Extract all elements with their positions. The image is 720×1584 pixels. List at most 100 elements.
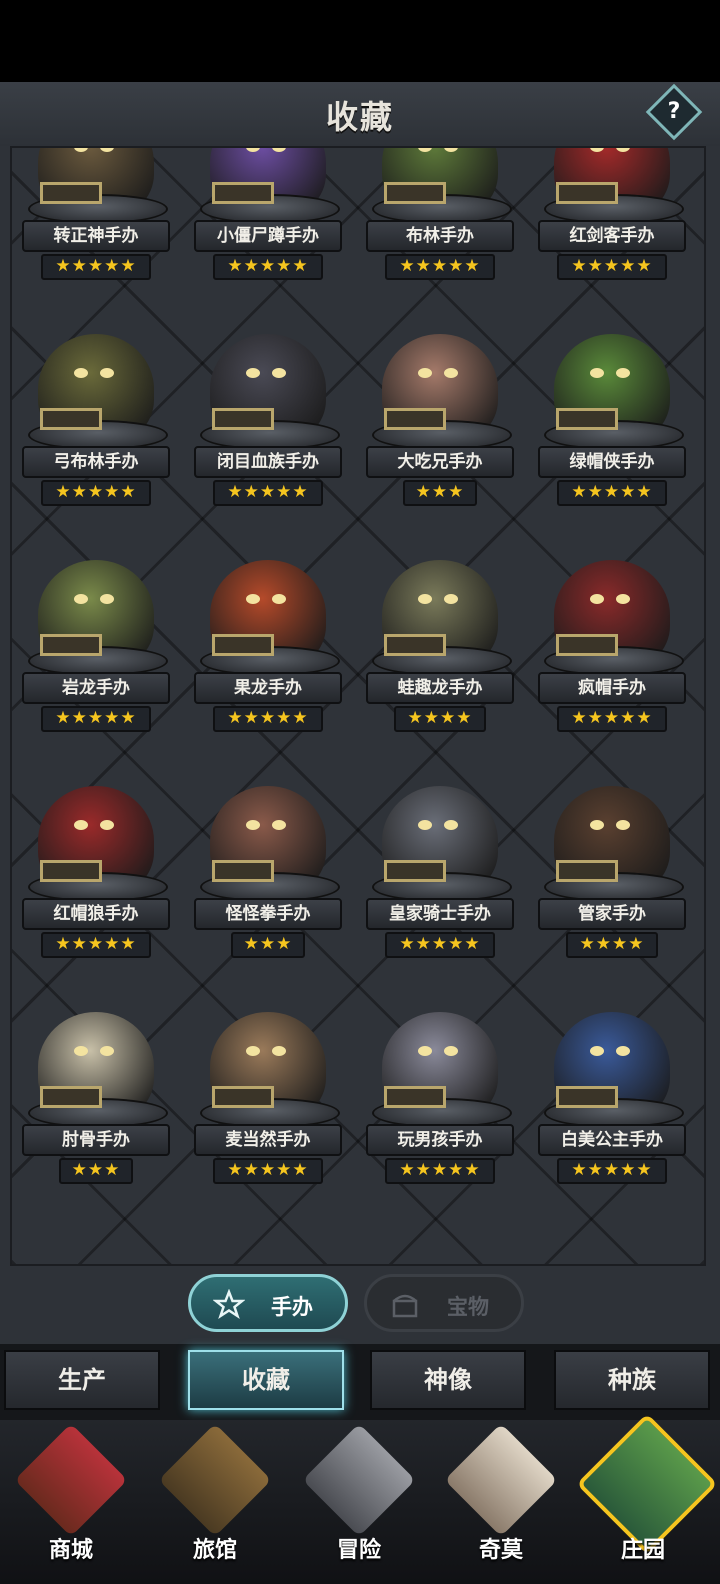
figure-name: 闭目血族手办 bbox=[194, 446, 342, 478]
figure-eye bbox=[246, 594, 260, 604]
figure-eye bbox=[418, 148, 432, 152]
tab-collection[interactable]: 收藏 bbox=[188, 1350, 344, 1410]
subtab-treasures-label: 宝物 bbox=[447, 1295, 489, 1319]
figure-eye bbox=[246, 820, 260, 830]
figure-grid[interactable]: 转正神手办 ★★★★★ 小僵尸蹲手办 ★★★★★ 布林手办 ★★★★★ 红剑客手办 ★★★★★… bbox=[10, 146, 706, 1266]
figure-eye bbox=[616, 820, 630, 830]
figure-star-rating: ★★★★★ bbox=[557, 1158, 667, 1184]
figure-eye bbox=[74, 148, 88, 152]
figure-name: 疯帽手办 bbox=[538, 672, 686, 704]
figure-eye bbox=[418, 368, 432, 378]
figure-star-rating: ★★★★★ bbox=[557, 254, 667, 280]
figure-star-rating: ★★★★★ bbox=[557, 480, 667, 506]
pedestal-plaque bbox=[384, 182, 446, 204]
figure-eye bbox=[444, 368, 458, 378]
figure-card[interactable]: 皇家骑士手办 ★★★★★ bbox=[360, 786, 520, 1012]
nav-adventure[interactable]: 冒险 bbox=[294, 1423, 424, 1584]
figure-eye bbox=[100, 1046, 114, 1056]
figure-card[interactable]: 疯帽手办 ★★★★★ bbox=[532, 560, 692, 786]
figure-star-rating: ★★★★★ bbox=[213, 480, 323, 506]
figure-card[interactable]: 布林手办 ★★★★★ bbox=[360, 148, 520, 334]
figure-card[interactable]: 大吃兄手办 ★★★ bbox=[360, 334, 520, 560]
figure-eye bbox=[272, 820, 286, 830]
figure-eye bbox=[272, 594, 286, 604]
figure-star-rating: ★★★★★ bbox=[41, 932, 151, 958]
pedestal-plaque bbox=[556, 1086, 618, 1108]
pedestal-plaque bbox=[212, 1086, 274, 1108]
figure-card[interactable]: 红剑客手办 ★★★★★ bbox=[532, 148, 692, 334]
chest-icon bbox=[392, 1294, 418, 1318]
figure-star-rating: ★★★★★ bbox=[213, 1158, 323, 1184]
figure-eye bbox=[444, 820, 458, 830]
figure-star-rating: ★★★★★ bbox=[385, 1158, 495, 1184]
subtab-panel bbox=[0, 1266, 720, 1344]
shop-icon bbox=[14, 1423, 128, 1537]
figure-card[interactable]: 闭目血族手办 ★★★★★ bbox=[188, 334, 348, 560]
pedestal-plaque bbox=[556, 408, 618, 430]
figure-star-rating: ★★★★★ bbox=[41, 480, 151, 506]
pedestal-plaque bbox=[40, 408, 102, 430]
figure-card[interactable]: 麦当然手办 ★★★★★ bbox=[188, 1012, 348, 1238]
figure-eye bbox=[590, 148, 604, 152]
pedestal-plaque bbox=[556, 182, 618, 204]
figure-card[interactable]: 管家手办 ★★★★ bbox=[532, 786, 692, 1012]
nav-shop[interactable]: 商城 bbox=[6, 1423, 136, 1584]
figure-name: 红剑客手办 bbox=[538, 220, 686, 252]
figure-card[interactable]: 蛙趣龙手办 ★★★★ bbox=[360, 560, 520, 786]
nav-manor-label: 庄园 bbox=[620, 1538, 665, 1563]
figure-eye bbox=[246, 148, 260, 152]
figure-eye bbox=[590, 368, 604, 378]
star-pedestal-icon bbox=[213, 1289, 245, 1319]
figure-eye bbox=[100, 368, 114, 378]
figure-name: 弓布林手办 bbox=[22, 446, 170, 478]
figure-card[interactable]: 转正神手办 ★★★★★ bbox=[16, 148, 176, 334]
tab-statue[interactable]: 神像 bbox=[370, 1350, 526, 1410]
figure-star-rating: ★★★★★ bbox=[557, 706, 667, 732]
figure-name: 绿帽侠手办 bbox=[538, 446, 686, 478]
nav-inn[interactable]: 旅馆 bbox=[150, 1423, 280, 1584]
pedestal-plaque bbox=[384, 408, 446, 430]
figure-name: 小僵尸蹲手办 bbox=[194, 220, 342, 252]
subtab-figures-label: 手办 bbox=[271, 1295, 313, 1319]
figure-eye bbox=[616, 1046, 630, 1056]
figure-eye bbox=[616, 368, 630, 378]
figure-eye bbox=[444, 594, 458, 604]
figure-card[interactable]: 肘骨手办 ★★★ bbox=[16, 1012, 176, 1238]
figure-card[interactable]: 绿帽侠手办 ★★★★★ bbox=[532, 334, 692, 560]
tab-race[interactable]: 种族 bbox=[554, 1350, 710, 1410]
figure-card[interactable]: 白美公主手办 ★★★★★ bbox=[532, 1012, 692, 1238]
figure-eye bbox=[246, 368, 260, 378]
figure-card[interactable]: 果龙手办 ★★★★★ bbox=[188, 560, 348, 786]
nav-adventure-label: 冒险 bbox=[336, 1538, 381, 1563]
pedestal-plaque bbox=[212, 182, 274, 204]
tab-production[interactable]: 生产 bbox=[4, 1350, 160, 1410]
figure-card[interactable]: 小僵尸蹲手办 ★★★★★ bbox=[188, 148, 348, 334]
nav-manor[interactable]: 庄园 bbox=[576, 1413, 718, 1584]
figure-card[interactable]: 岩龙手办 ★★★★★ bbox=[16, 560, 176, 786]
figure-card[interactable]: 玩男孩手办 ★★★★★ bbox=[360, 1012, 520, 1238]
pedestal-plaque bbox=[40, 1086, 102, 1108]
page-title: 收藏 bbox=[325, 98, 394, 136]
subtab-treasures[interactable]: 宝物 bbox=[364, 1274, 524, 1332]
figure-eye bbox=[444, 1046, 458, 1056]
figure-card[interactable]: 怪怪拳手办 ★★★ bbox=[188, 786, 348, 1012]
figure-name: 果龙手办 bbox=[194, 672, 342, 704]
nav-qimo[interactable]: 奇莫 bbox=[436, 1423, 566, 1584]
pedestal-plaque bbox=[556, 634, 618, 656]
pedestal-plaque bbox=[384, 634, 446, 656]
figure-eye bbox=[418, 820, 432, 830]
figure-card[interactable]: 弓布林手办 ★★★★★ bbox=[16, 334, 176, 560]
figure-star-rating: ★★★★★ bbox=[41, 706, 151, 732]
figure-card[interactable]: 红帽狼手办 ★★★★★ bbox=[16, 786, 176, 1012]
pedestal-plaque bbox=[212, 634, 274, 656]
figure-star-rating: ★★★★★ bbox=[385, 254, 495, 280]
figure-name: 布林手办 bbox=[366, 220, 514, 252]
nav-inn-label: 旅馆 bbox=[192, 1538, 237, 1563]
nav-shop-label: 商城 bbox=[48, 1538, 93, 1563]
figure-eye bbox=[74, 594, 88, 604]
pedestal-plaque bbox=[40, 860, 102, 882]
figure-eye bbox=[74, 820, 88, 830]
figure-eye bbox=[418, 594, 432, 604]
nav-qimo-label: 奇莫 bbox=[478, 1538, 523, 1563]
subtab-figures[interactable]: 手办 bbox=[188, 1274, 348, 1332]
